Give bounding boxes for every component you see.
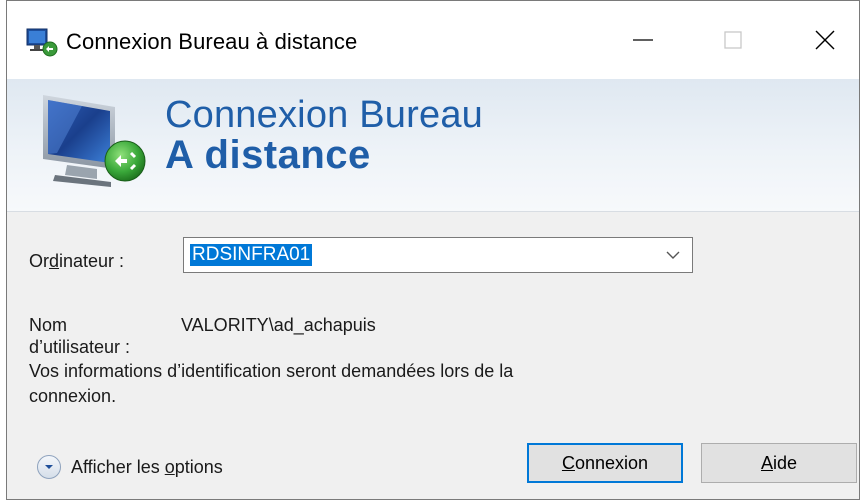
chevron-down-icon [45,465,53,469]
remote-desktop-icon [26,28,58,57]
title-bar[interactable]: Connexion Bureau à distance [7,1,859,79]
info-text-line2: connexion. [29,386,117,406]
maximize-icon [724,31,742,49]
computer-label-accesskey: d [49,251,60,271]
help-button[interactable]: Aide [701,443,857,483]
chevron-down-icon[interactable] [664,246,682,264]
username-value: VALORITY\ad_achapuis [181,315,376,335]
minimize-button[interactable] [611,11,675,69]
computer-label-part: Or [29,251,49,271]
header-banner: Connexion Bureau A distance [7,79,859,212]
connect-accesskey: C [561,452,575,473]
show-options-label[interactable]: Afficher les options [71,457,223,478]
window-title: Connexion Bureau à distance [66,29,358,54]
computer-combobox[interactable]: RDSINFRA01 [183,237,693,273]
connect-button[interactable]: Connexion [527,443,683,483]
options-label-part: Afficher les [71,456,165,477]
computer-label: Ordinateur : [29,251,124,272]
help-accesskey: A [760,452,773,473]
help-label: ide [772,452,798,473]
options-label-accesskey: o [164,456,175,477]
remote-desktop-window: Connexion Bureau à distance Connexion Bu… [6,0,860,500]
close-button[interactable] [793,11,857,69]
maximize-button[interactable] [701,11,765,69]
username-label-line1: Nom [29,315,68,335]
show-options-toggle[interactable]: Afficher les options [37,453,223,481]
computer-label-part: inateur : [59,251,125,271]
computer-input[interactable]: RDSINFRA01 [190,244,313,266]
close-icon [815,30,835,50]
banner-title-line1: Connexion Bureau [165,94,483,136]
expand-circle-icon[interactable] [37,455,61,479]
username-label-line2: d’utilisateur : [29,337,131,357]
remote-desktop-logo [43,95,146,187]
options-label-part: ptions [174,456,223,477]
connect-label: onnexion [574,452,649,473]
minimize-icon [633,39,653,41]
info-text-line1: Vos informations d’identification seront… [29,361,514,381]
banner-title-line2: A distance [165,133,371,177]
